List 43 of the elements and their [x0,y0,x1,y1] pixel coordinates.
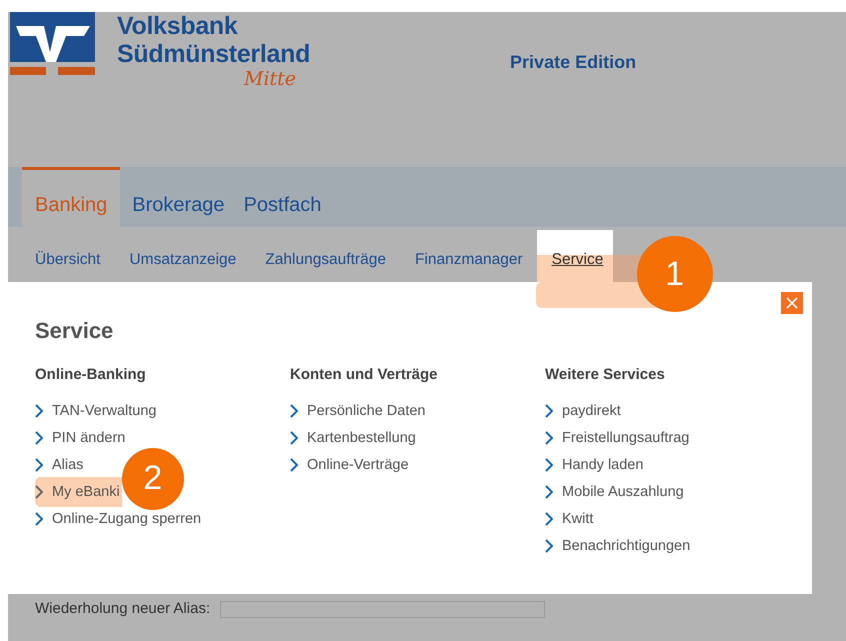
chevron-icon [545,484,553,498]
panel-title: Service [35,318,114,344]
bank-suffix: Mitte [244,68,296,90]
sub-tab[interactable]: Umsatzanzeige [114,230,246,282]
bank-name: Südmünsterland [117,40,310,68]
close-icon[interactable] [781,292,803,314]
sub-tab[interactable]: Zahlungsaufträge [250,230,396,282]
menu-link[interactable]: TAN-Verwaltung [35,397,156,424]
menu-link[interactable]: Kwitt [545,505,594,532]
edition-label: Private Edition [510,52,636,73]
chevron-icon [35,430,43,444]
chevron-icon [545,404,553,418]
menu-link[interactable]: Mobile Auszahlung [545,478,684,505]
chevron-icon [290,404,298,418]
chevron-icon [290,430,298,444]
sub-tab[interactable]: Übersicht [20,230,110,282]
bank-name: Volksbank [117,12,239,40]
alias-input-field[interactable] [220,601,546,618]
menu-link[interactable]: Persönliche Daten [290,397,426,424]
chevron-icon [35,484,43,498]
menu-link[interactable]: Online-Verträge [290,451,409,478]
menu-link[interactable]: Handy laden [545,451,644,478]
menu-link[interactable]: Freistellungsauftrag [545,424,690,451]
menu-link[interactable]: Kartenbestellung [290,424,416,451]
menu-link[interactable]: Alias [35,451,84,478]
menu-link[interactable]: My eBanki [35,476,122,506]
sub-tab[interactable]: Finanzmanager [400,230,533,282]
menu-link[interactable]: Benachrichtigungen [545,532,690,559]
chevron-icon [290,458,298,472]
sub-tab[interactable]: Service [536,230,614,282]
column-heading: Online-Banking [35,366,147,383]
menu-link[interactable]: paydirekt [545,397,621,424]
chevron-icon [35,458,43,472]
column-heading: Weitere Services [545,366,666,383]
logo-icon [10,12,95,76]
chevron-icon [545,512,553,526]
field-label: Wiederholung neuer Alias: [35,600,210,618]
column-heading: Konten und Verträge [290,366,439,383]
chevron-icon [545,538,553,552]
chevron-icon [35,404,43,418]
chevron-icon [545,458,553,472]
chevron-icon [35,512,43,526]
chevron-icon [545,430,553,444]
